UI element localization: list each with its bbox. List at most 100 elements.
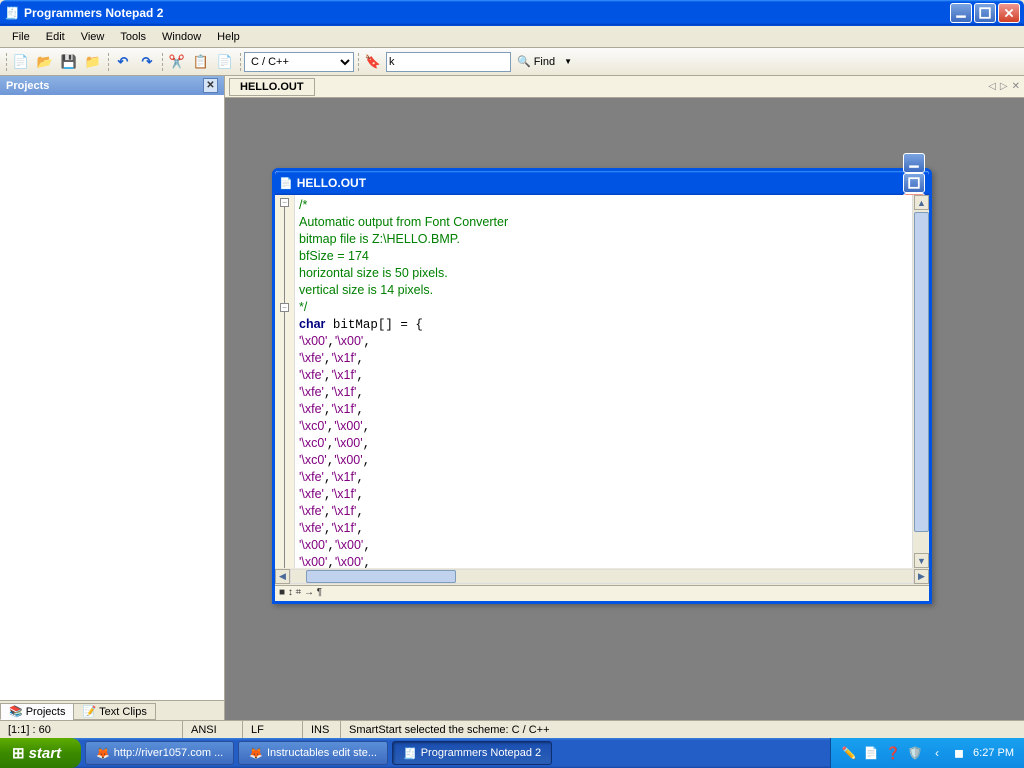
status-lineending: LF [243,721,303,738]
redo-button[interactable]: ↷ [136,51,158,73]
menu-window[interactable]: Window [154,29,209,45]
open-folder-button[interactable]: 📁 [82,51,104,73]
maximize-button[interactable] [974,3,996,23]
tray-clock: 6:27 PM [973,747,1014,759]
tray-doc-icon[interactable]: 📄 [863,745,879,761]
document-tabbar: HELLO.OUT ◁ ▷ ✕ [225,76,1024,98]
undo-button[interactable]: ↶ [112,51,134,73]
menu-edit[interactable]: Edit [38,29,73,45]
taskbar-item-label: http://river1057.com ... [114,747,223,759]
sidebar-tabs: 📚 Projects 📝 Text Clips [0,700,224,720]
taskbar-item-label: Instructables edit ste... [267,747,377,759]
statusbar: [1:1] : 60 ANSI LF INS SmartStart select… [0,720,1024,738]
editor-status-glyphs[interactable]: ■ ↕ ⌗ → ¶ [279,587,322,600]
textclips-icon: 📝 [82,705,96,718]
tab-next-icon[interactable]: ▷ [1000,81,1008,92]
menu-tools[interactable]: Tools [112,29,154,45]
horizontal-scrollbar[interactable]: ◀ ▶ [275,568,929,585]
taskbar-item-icon: 🧾 [403,747,417,760]
editor-minimize-button[interactable] [903,153,925,173]
toolbar-sep4 [356,51,360,73]
scroll-up-icon[interactable]: ▲ [914,195,929,210]
editor-window: 📄 HELLO.OUT − − /* Automatic output from… [272,168,932,604]
toolbar-sep3 [238,51,242,73]
find-label: Find [534,56,555,68]
status-message: SmartStart selected the scheme: C / C++ [341,721,1024,738]
app-icon: 🧾 [4,5,20,21]
menubar: FileEditViewToolsWindowHelp [0,26,1024,48]
status-position: [1:1] : 60 [0,721,183,738]
search-icon: 🔍 [517,55,531,68]
app-titlebar: 🧾 Programmers Notepad 2 [0,0,1024,26]
sidebar-tab-label: Text Clips [99,706,147,718]
tab-prev-icon[interactable]: ◁ [988,81,996,92]
editor-window-title: HELLO.OUT [297,176,903,190]
sidebar-tab-textclips[interactable]: 📝 Text Clips [73,703,155,720]
find-button[interactable]: 🔍 Find ▼ [513,53,576,70]
scroll-right-icon[interactable]: ▶ [914,569,929,584]
toolbar: 📄 📂 💾 📁 ↶ ↷ ✂️ 📋 📄 C / C++ 🔖 🔍 Find ▼ [0,48,1024,76]
editor-window-titlebar[interactable]: 📄 HELLO.OUT [275,171,929,195]
scroll-left-icon[interactable]: ◀ [275,569,290,584]
sidebar-tab-projects[interactable]: 📚 Projects [0,703,74,720]
tab-close-icon[interactable]: ✕ [1012,81,1020,92]
taskbar-item-icon: 🦊 [96,747,110,760]
status-encoding: ANSI [183,721,243,738]
projects-icon: 📚 [9,705,23,718]
status-insert-mode: INS [303,721,341,738]
fold-toggle[interactable]: − [280,198,289,207]
start-label: start [29,745,62,762]
scroll-thumb[interactable] [914,212,929,532]
taskbar-item[interactable]: 🦊 Instructables edit ste... [238,741,388,765]
projects-panel-title: Projects [6,80,49,92]
search-input[interactable] [386,52,511,72]
editor-maximize-button[interactable] [903,173,925,193]
editor-area: HELLO.OUT ◁ ▷ ✕ 📄 HELLO.OUT − [225,76,1024,720]
taskbar-item[interactable]: 🦊 http://river1057.com ... [85,741,234,765]
open-file-button[interactable]: 📂 [34,51,56,73]
toolbar-sep2 [160,51,164,73]
fold-gutter[interactable]: − − [275,195,295,568]
system-tray: ✏️ 📄 ❓ 🛡️ ‹ ◼ 6:27 PM [830,738,1024,768]
taskbar-item-icon: 🦊 [249,747,263,760]
tray-shield-icon[interactable]: 🛡️ [907,745,923,761]
menu-file[interactable]: File [4,29,38,45]
projects-panel-close[interactable]: ✕ [203,78,218,93]
save-file-button[interactable]: 💾 [58,51,80,73]
toolbar-sep [106,51,110,73]
menu-view[interactable]: View [73,29,113,45]
vertical-scrollbar[interactable]: ▲ ▼ [912,195,929,568]
code-editor[interactable]: /* Automatic output from Font Converter … [295,195,912,568]
toolbar-grip[interactable] [4,51,8,73]
close-button[interactable] [998,3,1020,23]
tray-expand-icon[interactable]: ‹ [929,745,945,761]
tray-app-icon[interactable]: ◼ [951,745,967,761]
document-icon: 📄 [279,177,293,190]
sidebar: Projects ✕ 📚 Projects 📝 Text Clips [0,76,225,720]
taskbar-item-label: Programmers Notepad 2 [421,747,541,759]
tag-button[interactable]: 🔖 [362,51,384,73]
menu-help[interactable]: Help [209,29,248,45]
paste-button[interactable]: 📄 [214,51,236,73]
document-tab[interactable]: HELLO.OUT [229,78,315,96]
hscroll-thumb[interactable] [306,570,456,583]
fold-toggle[interactable]: − [280,303,289,312]
scroll-down-icon[interactable]: ▼ [914,553,929,568]
taskbar: ⊞ start 🦊 http://river1057.com ... 🦊 Instru… [0,738,1024,768]
app-title: Programmers Notepad 2 [24,6,950,20]
minimize-button[interactable] [950,3,972,23]
taskbar-item[interactable]: 🧾 Programmers Notepad 2 [392,741,552,765]
new-file-button[interactable]: 📄 [10,51,32,73]
editor-statusbar: ■ ↕ ⌗ → ¶ [275,585,929,601]
projects-panel-header: Projects ✕ [0,76,224,95]
language-select[interactable]: C / C++ [244,52,354,72]
cut-button[interactable]: ✂️ [166,51,188,73]
start-button[interactable]: ⊞ start [0,738,81,768]
copy-button[interactable]: 📋 [190,51,212,73]
sidebar-tab-label: Projects [26,706,66,718]
projects-tree[interactable] [0,95,224,700]
tray-help-icon[interactable]: ❓ [885,745,901,761]
windows-logo-icon: ⊞ [12,744,25,762]
tray-pen-icon[interactable]: ✏️ [841,745,857,761]
find-dropdown-icon[interactable]: ▼ [564,57,572,66]
